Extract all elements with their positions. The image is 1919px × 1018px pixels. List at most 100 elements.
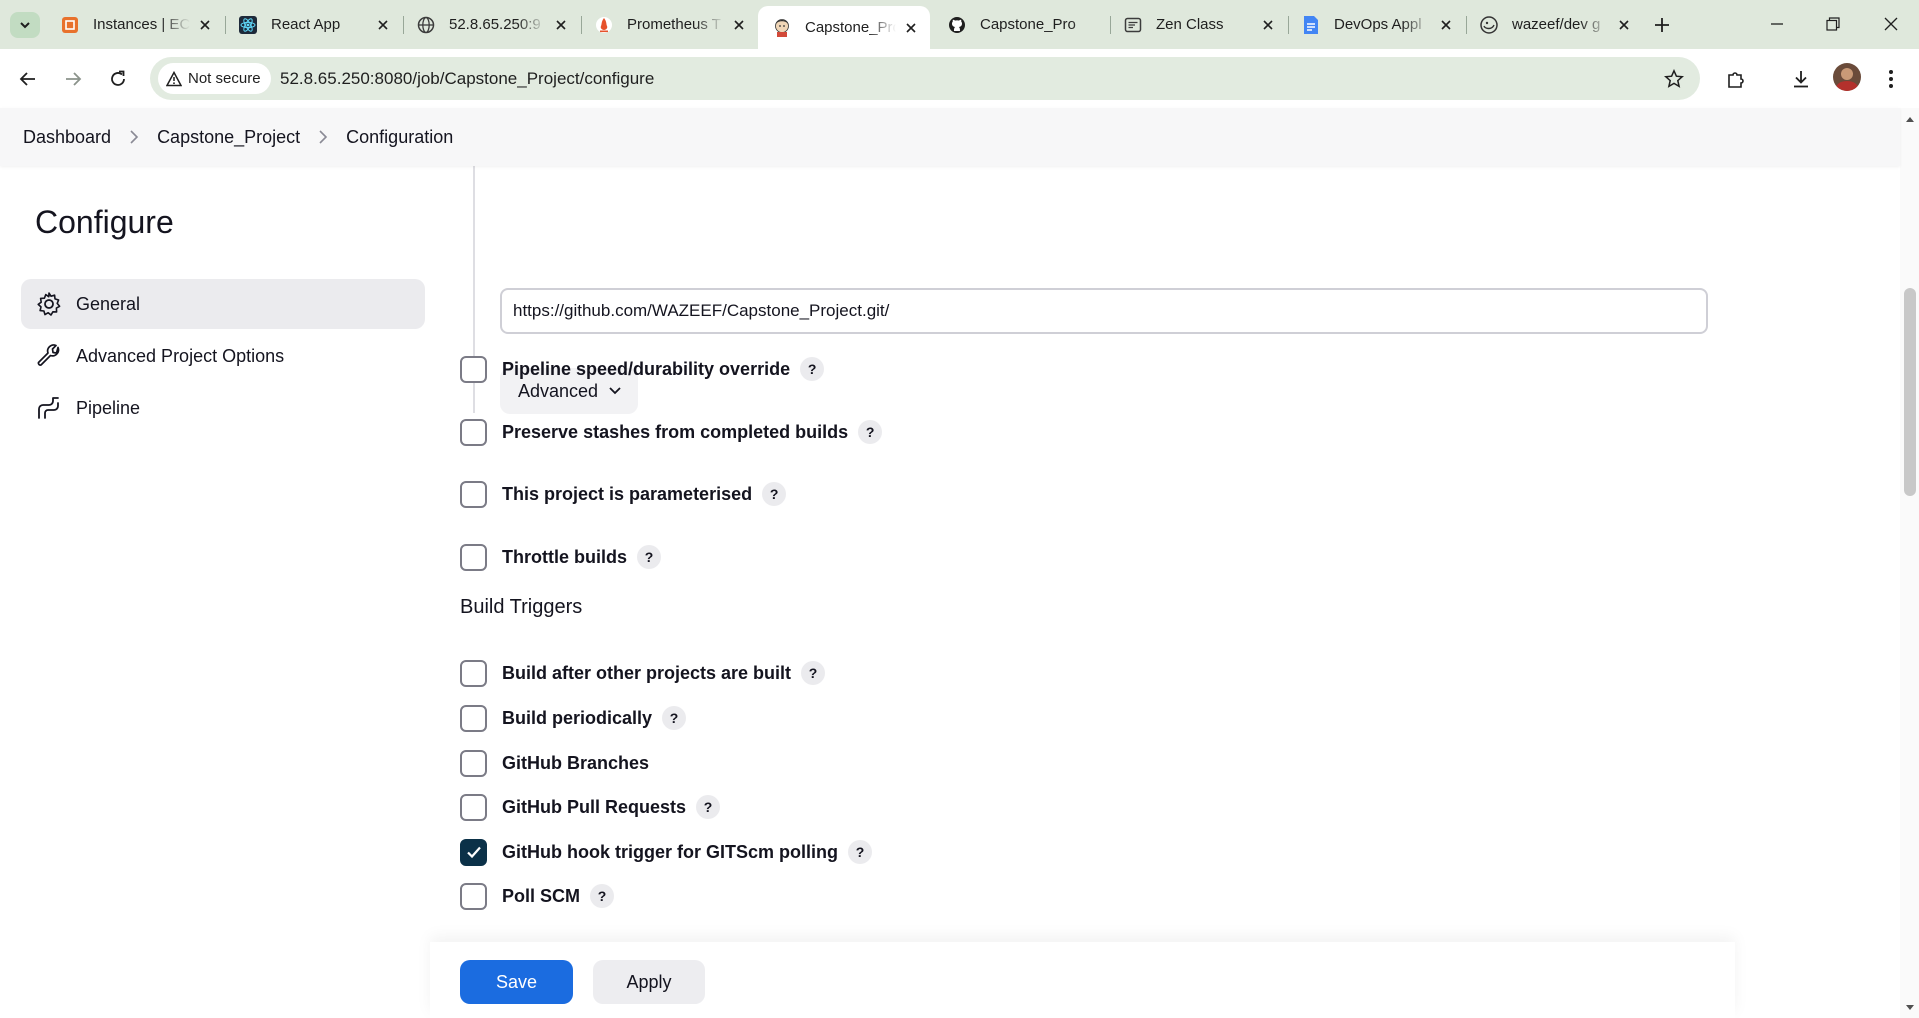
option-label[interactable]: Poll SCM bbox=[502, 886, 580, 907]
docs-icon bbox=[1301, 15, 1321, 35]
apply-button[interactable]: Apply bbox=[593, 960, 705, 1004]
sidebar-item-label: Advanced Project Options bbox=[76, 345, 285, 366]
reload-icon bbox=[111, 70, 125, 86]
extensions-button[interactable] bbox=[1721, 64, 1751, 94]
help-icon[interactable]: ? bbox=[590, 884, 615, 908]
option-label[interactable]: Preserve stashes from completed builds bbox=[502, 422, 848, 443]
breadcrumb-configuration[interactable]: Configuration bbox=[346, 123, 453, 152]
trigger-build-periodically: Build periodically ? bbox=[460, 703, 687, 733]
forward-button[interactable] bbox=[58, 64, 88, 94]
chevron-right-icon bbox=[129, 130, 139, 144]
checkbox[interactable] bbox=[460, 355, 487, 383]
help-icon[interactable]: ? bbox=[696, 795, 721, 819]
checkbox[interactable] bbox=[460, 882, 487, 910]
reload-button[interactable] bbox=[103, 64, 133, 94]
checkbox[interactable] bbox=[460, 793, 487, 821]
scrollbar-thumb[interactable] bbox=[1904, 288, 1916, 496]
checkbox[interactable] bbox=[460, 749, 487, 777]
address-bar[interactable]: Not secure 52.8.65.250:8080/job/Capstone… bbox=[150, 57, 1700, 100]
minimize-button[interactable] bbox=[1762, 10, 1792, 38]
sidebar-item-label: Pipeline bbox=[76, 397, 141, 418]
chevron-right-icon bbox=[318, 130, 328, 144]
option-label[interactable]: This project is parameterised bbox=[502, 484, 752, 505]
close-tab-icon[interactable] bbox=[1615, 16, 1633, 34]
browser-tab[interactable]: Capstone_Pro bbox=[933, 6, 1109, 43]
profile-avatar[interactable] bbox=[1833, 63, 1861, 91]
security-label: Not secure bbox=[188, 70, 261, 87]
sidebar-item-pipeline[interactable]: Pipeline bbox=[21, 383, 425, 433]
option-label[interactable]: GitHub Pull Requests bbox=[502, 797, 686, 818]
option-label[interactable]: Pipeline speed/durability override bbox=[502, 359, 790, 380]
checkbox[interactable] bbox=[460, 418, 487, 446]
url-text[interactable]: 52.8.65.250:8080/job/Capstone_Project/co… bbox=[280, 69, 654, 89]
puzzle-icon bbox=[1728, 72, 1744, 88]
option-parameterised: This project is parameterised ? bbox=[460, 479, 787, 509]
option-label[interactable]: Build periodically bbox=[502, 708, 652, 729]
browser-tab[interactable]: 52.8.65.250:9 bbox=[402, 6, 580, 43]
option-label[interactable]: Build after other projects are built bbox=[502, 663, 791, 684]
checkbox[interactable] bbox=[460, 480, 487, 508]
save-button[interactable]: Save bbox=[460, 960, 573, 1004]
close-tab-icon[interactable] bbox=[196, 16, 214, 34]
option-throttle-builds: Throttle builds ? bbox=[460, 542, 661, 572]
help-icon[interactable]: ? bbox=[800, 357, 825, 381]
checkbox-checked[interactable] bbox=[460, 838, 487, 866]
close-tab-icon[interactable] bbox=[552, 16, 570, 34]
downloads-button[interactable] bbox=[1786, 64, 1816, 94]
trigger-github-hook: GitHub hook trigger for GITScm polling ? bbox=[460, 837, 872, 867]
help-icon[interactable]: ? bbox=[858, 420, 883, 444]
checkbox[interactable] bbox=[460, 704, 487, 732]
bookmark-button[interactable] bbox=[1662, 67, 1686, 91]
prometheus-icon bbox=[594, 15, 614, 35]
tab-title: Capstone_Pro bbox=[805, 19, 896, 36]
browser-tab[interactable]: Prometheus T bbox=[580, 6, 758, 43]
scroll-down-icon[interactable] bbox=[1904, 1002, 1915, 1012]
globe-icon bbox=[416, 15, 436, 35]
close-window-button[interactable] bbox=[1876, 10, 1906, 38]
browser-tab-active[interactable]: Capstone_Pro bbox=[758, 6, 930, 49]
browser-tab[interactable]: Zen Class bbox=[1109, 6, 1287, 43]
help-icon[interactable]: ? bbox=[848, 840, 872, 864]
help-icon[interactable]: ? bbox=[762, 482, 787, 506]
breadcrumb-dashboard[interactable]: Dashboard bbox=[23, 123, 111, 152]
help-icon[interactable]: ? bbox=[637, 545, 661, 569]
trigger-github-branches: GitHub Branches bbox=[460, 748, 649, 778]
restore-button[interactable] bbox=[1818, 10, 1848, 38]
tab-title: Capstone_Pro bbox=[980, 16, 1076, 33]
option-label[interactable]: GitHub hook trigger for GITScm polling bbox=[502, 842, 838, 863]
help-icon[interactable]: ? bbox=[662, 706, 687, 730]
site-info-button[interactable]: Not secure bbox=[158, 63, 271, 94]
new-tab-button[interactable] bbox=[1650, 13, 1674, 37]
page-scrollbar[interactable] bbox=[1900, 108, 1919, 1018]
option-label[interactable]: Throttle builds bbox=[502, 547, 627, 568]
scroll-up-icon[interactable] bbox=[1904, 114, 1915, 124]
close-tab-icon[interactable] bbox=[374, 16, 392, 34]
back-button[interactable] bbox=[13, 64, 43, 94]
restore-icon bbox=[1826, 17, 1840, 31]
tab-search-button[interactable] bbox=[10, 12, 40, 38]
sidebar-item-advanced-project-options[interactable]: Advanced Project Options bbox=[21, 331, 425, 381]
breadcrumb-project[interactable]: Capstone_Project bbox=[157, 123, 300, 152]
plus-icon bbox=[1655, 18, 1669, 32]
close-tab-icon[interactable] bbox=[1437, 16, 1455, 34]
repository-url-input[interactable] bbox=[500, 288, 1708, 334]
arrow-right-icon bbox=[66, 72, 82, 86]
checkbox[interactable] bbox=[460, 659, 487, 687]
browser-tab[interactable]: Instances | EC bbox=[46, 6, 224, 43]
tab-title: React App bbox=[271, 16, 341, 33]
browser-tab[interactable]: DevOps Appl bbox=[1287, 6, 1465, 43]
close-tab-icon[interactable] bbox=[730, 16, 748, 34]
close-tab-icon[interactable] bbox=[902, 19, 920, 37]
chevron-down-icon bbox=[609, 387, 621, 395]
close-tab-icon[interactable] bbox=[1259, 16, 1277, 34]
browser-tab[interactable]: React App bbox=[224, 6, 402, 43]
breadcrumb: Dashboard Capstone_Project Configuration bbox=[0, 108, 1900, 166]
option-label[interactable]: GitHub Branches bbox=[502, 753, 649, 774]
browser-toolbar: Not secure 52.8.65.250:8080/job/Capstone… bbox=[0, 49, 1919, 108]
browser-tab[interactable]: wazeef/dev g bbox=[1465, 6, 1643, 43]
help-icon[interactable]: ? bbox=[801, 661, 826, 685]
warning-icon bbox=[166, 70, 182, 86]
checkbox[interactable] bbox=[460, 543, 487, 571]
sidebar-item-general[interactable]: General bbox=[21, 279, 425, 329]
browser-menu-button[interactable] bbox=[1876, 64, 1906, 94]
